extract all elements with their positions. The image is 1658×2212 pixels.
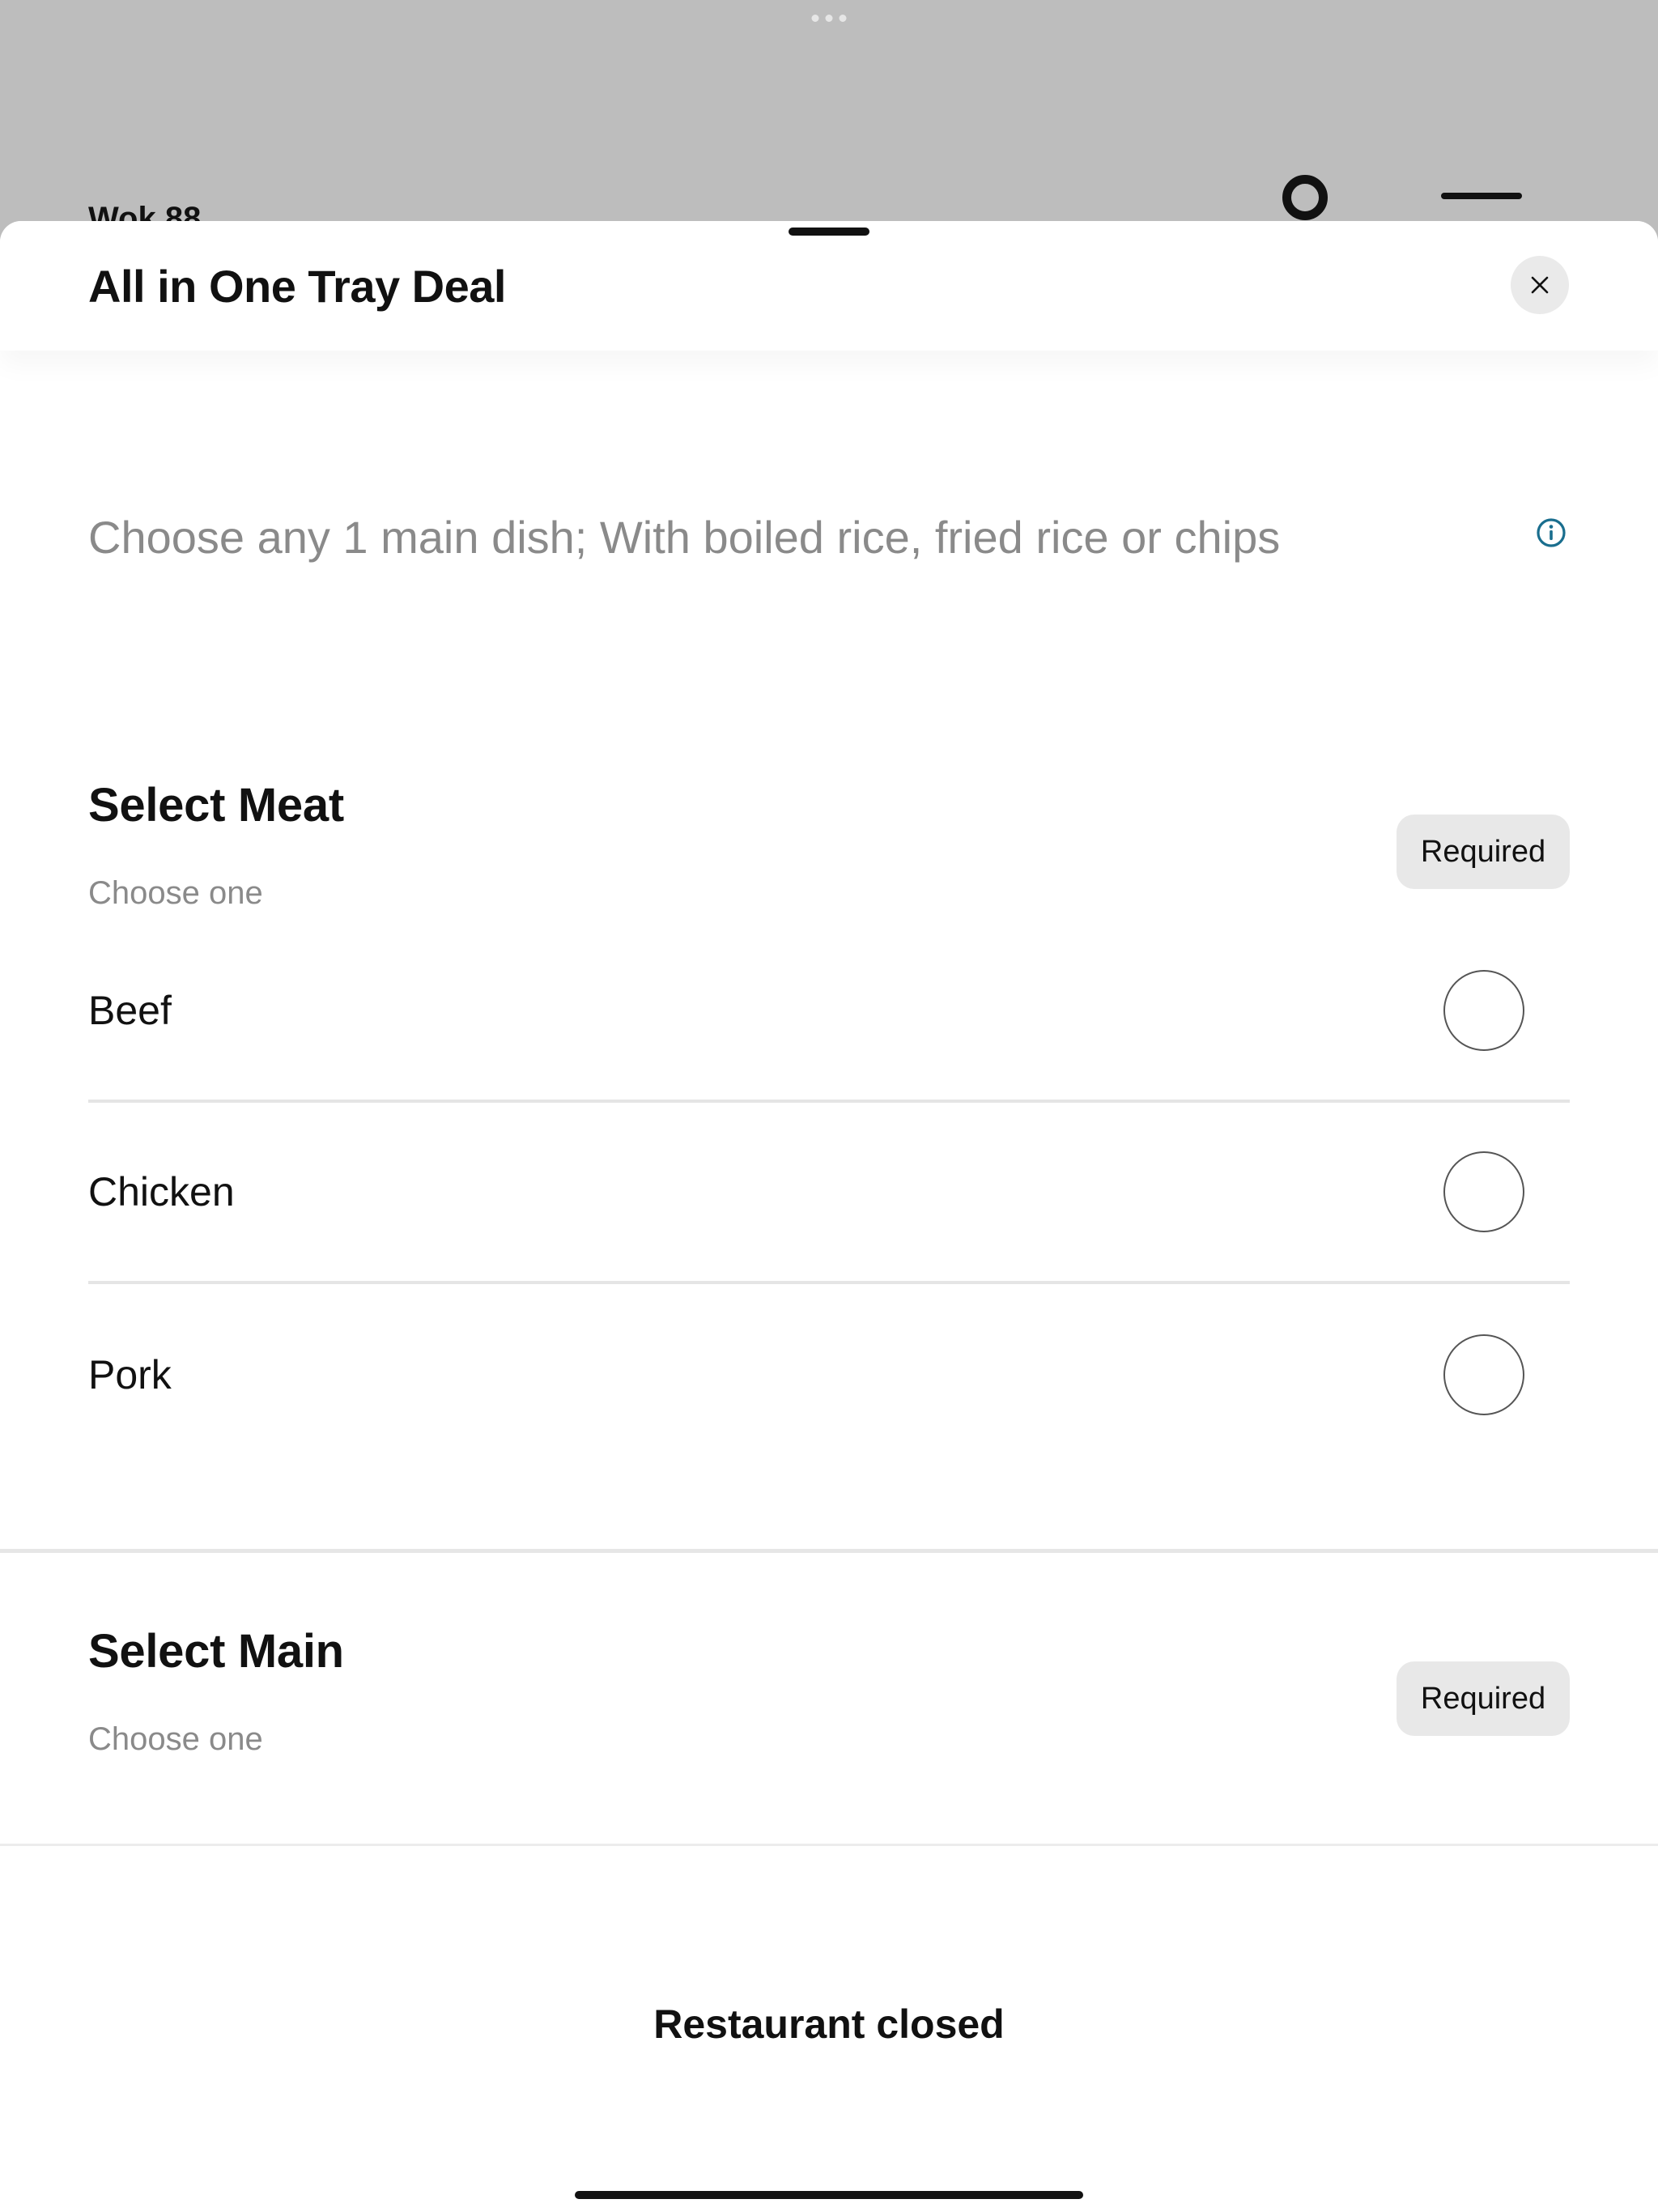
info-icon[interactable] [1535, 517, 1567, 549]
item-options-sheet: All in One Tray Deal Choose any 1 main d… [0, 221, 1658, 2212]
sheet-header: All in One Tray Deal [0, 221, 1658, 351]
option-row-pork[interactable]: Pork [88, 1284, 1570, 1465]
menu-icon[interactable] [1441, 193, 1522, 199]
section-subtitle: Choose one [88, 875, 263, 911]
section-divider [0, 1549, 1658, 1553]
option-row-chicken[interactable]: Chicken [88, 1103, 1570, 1284]
radio-button-chicken[interactable] [1443, 1151, 1524, 1232]
radio-button-beef[interactable] [1443, 970, 1524, 1051]
required-badge: Required [1397, 1661, 1570, 1736]
option-label: Pork [88, 1352, 172, 1397]
multitasking-handle[interactable] [811, 15, 847, 22]
sheet-title: All in One Tray Deal [88, 261, 506, 312]
sheet-grabber[interactable] [789, 228, 869, 236]
account-circle-icon[interactable] [1282, 175, 1328, 220]
required-badge: Required [1397, 815, 1570, 889]
footer-divider [0, 1844, 1658, 1846]
home-indicator[interactable] [575, 2191, 1083, 2199]
option-label: Chicken [88, 1169, 235, 1214]
close-button[interactable] [1511, 256, 1569, 314]
option-label: Beef [88, 988, 172, 1033]
section-title-select-meat: Select Meat [88, 779, 344, 832]
background-page: Wok 88 [0, 0, 1658, 236]
restaurant-status: Restaurant closed [653, 2001, 1005, 2047]
item-description: Choose any 1 main dish; With boiled rice… [88, 512, 1281, 563]
section-title-select-main: Select Main [88, 1625, 344, 1678]
option-row-beef[interactable]: Beef [88, 921, 1570, 1103]
radio-button-pork[interactable] [1443, 1334, 1524, 1415]
section-subtitle: Choose one [88, 1721, 263, 1757]
close-icon [1531, 276, 1549, 294]
